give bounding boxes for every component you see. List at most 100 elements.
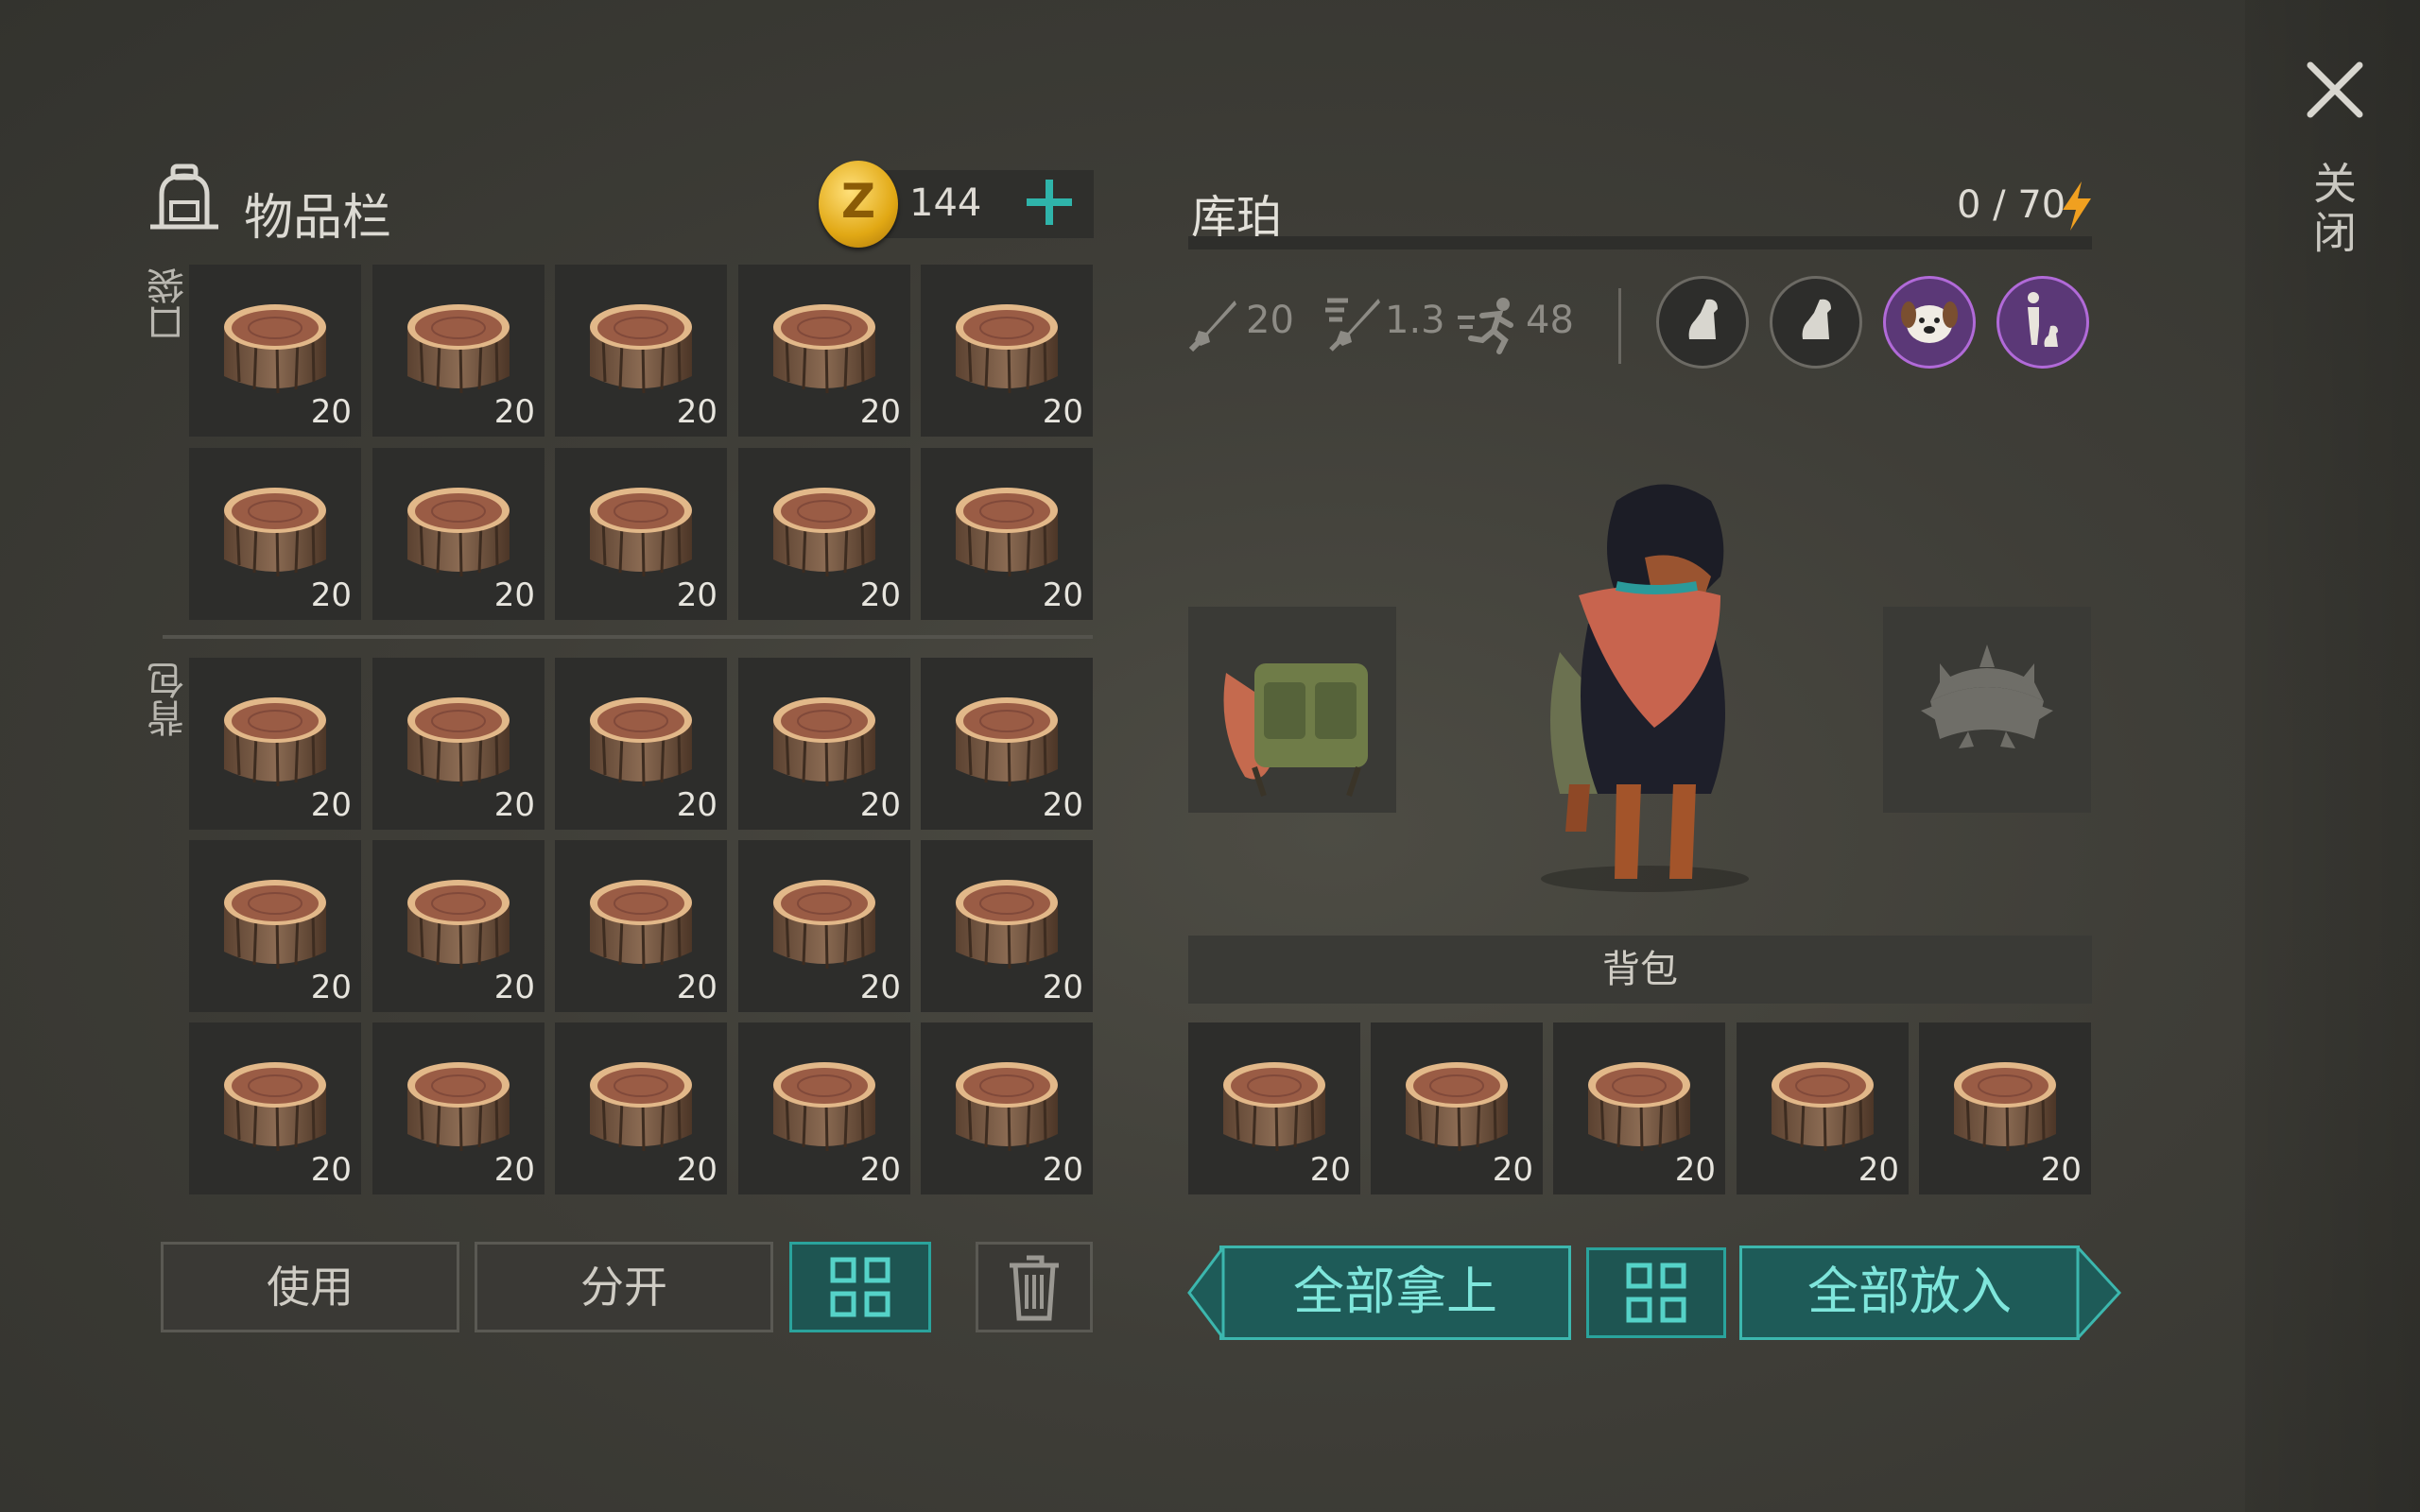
log-icon	[584, 299, 698, 403]
use-button[interactable]: 使用	[161, 1242, 459, 1332]
slot-count: 20	[1674, 1151, 1716, 1189]
log-icon	[402, 482, 515, 586]
inventory-slot[interactable]: 20	[738, 448, 910, 620]
log-icon	[218, 482, 332, 586]
slot-count: 20	[859, 1151, 901, 1189]
pet-backpack-slot[interactable]: 20	[1737, 1022, 1909, 1194]
coin-icon: Z	[819, 161, 898, 248]
pet-backpack-slot[interactable]: 20	[1553, 1022, 1725, 1194]
slot-count: 20	[1858, 1151, 1899, 1189]
inventory-slot[interactable]: 20	[921, 448, 1093, 620]
log-icon	[218, 1057, 332, 1160]
inventory-slot[interactable]: 20	[738, 658, 910, 830]
log-icon	[584, 874, 698, 978]
slot-count: 20	[493, 1151, 535, 1189]
pet-capacity: 0 / 70	[1957, 183, 2066, 227]
divider	[163, 635, 1093, 639]
slot-count: 20	[859, 786, 901, 824]
log-icon	[1948, 1057, 2062, 1160]
log-icon	[402, 299, 515, 403]
pet-sort-button[interactable]	[1586, 1247, 1726, 1338]
equip-backpack-slot[interactable]	[1188, 607, 1396, 813]
split-button[interactable]: 分开	[475, 1242, 773, 1332]
inventory-slot[interactable]: 20	[921, 1022, 1093, 1194]
slot-count: 20	[676, 576, 717, 614]
slot-count: 20	[493, 393, 535, 431]
put-all-arrow[interactable]	[2076, 1244, 2122, 1342]
slot-count: 20	[676, 969, 717, 1006]
inventory-slot[interactable]: 20	[921, 265, 1093, 437]
log-icon	[950, 299, 1063, 403]
log-icon	[950, 874, 1063, 978]
slot-count: 20	[1042, 576, 1083, 614]
sword-icon	[1187, 297, 1240, 353]
pet-backpack-slot[interactable]: 20	[1188, 1022, 1360, 1194]
slot-count: 20	[493, 969, 535, 1006]
ability-sit-2[interactable]	[1770, 276, 1862, 369]
inventory-slot[interactable]: 20	[921, 658, 1093, 830]
slot-count: 20	[676, 1151, 717, 1189]
log-icon	[768, 874, 881, 978]
take-all-button[interactable]: 全部拿上	[1219, 1246, 1571, 1340]
attack-speed-value: 1.3	[1385, 299, 1445, 342]
log-icon	[218, 299, 332, 403]
run-speed-value: 48	[1526, 299, 1574, 342]
ability-sit-1[interactable]	[1656, 276, 1749, 369]
inventory-slot[interactable]: 20	[555, 840, 727, 1012]
sit-dog-icon	[1688, 299, 1718, 339]
pet-backpack-slot[interactable]: 20	[1919, 1022, 2091, 1194]
inventory-slot[interactable]: 20	[738, 265, 910, 437]
inventory-slot[interactable]: 20	[372, 658, 544, 830]
slot-count: 20	[1042, 1151, 1083, 1189]
inventory-slot[interactable]: 20	[189, 1022, 361, 1194]
equip-collar-slot[interactable]	[1883, 607, 2091, 813]
log-icon	[950, 692, 1063, 796]
inventory-slot[interactable]: 20	[189, 658, 361, 830]
put-all-button[interactable]: 全部放入	[1739, 1246, 2080, 1340]
slot-count: 20	[676, 786, 717, 824]
log-icon	[768, 692, 881, 796]
slot-count: 20	[493, 576, 535, 614]
coin-count: 144	[909, 181, 982, 225]
pet-backpack-slot[interactable]: 20	[1371, 1022, 1543, 1194]
log-icon	[768, 299, 881, 403]
inventory-slot[interactable]: 20	[555, 448, 727, 620]
inventory-slot[interactable]: 20	[555, 265, 727, 437]
dog-character	[1503, 472, 1787, 898]
run-speed-icon	[1456, 295, 1522, 355]
log-icon	[584, 1057, 698, 1160]
backpack-icon	[147, 161, 222, 236]
slot-count: 20	[493, 786, 535, 824]
stats-separator	[1618, 288, 1621, 364]
ability-owner-dog[interactable]	[1996, 276, 2089, 369]
inventory-slot[interactable]: 20	[372, 448, 544, 620]
inventory-slot[interactable]: 20	[189, 448, 361, 620]
inventory-slot[interactable]: 20	[372, 265, 544, 437]
dog-face-icon	[1901, 301, 1958, 343]
ability-dog-face[interactable]	[1883, 276, 1976, 369]
pet-capacity-bar	[1188, 236, 2092, 249]
add-coins-button[interactable]	[1023, 172, 1076, 232]
log-icon	[584, 482, 698, 586]
inventory-slot[interactable]: 20	[189, 840, 361, 1012]
delete-button[interactable]	[976, 1242, 1093, 1332]
take-all-arrow[interactable]	[1187, 1243, 1225, 1343]
inventory-slot[interactable]: 20	[738, 840, 910, 1012]
slot-count: 20	[310, 1151, 352, 1189]
close-label[interactable]: 关闭	[2307, 161, 2363, 259]
log-icon	[402, 874, 515, 978]
sort-button[interactable]	[789, 1242, 931, 1332]
inventory-slot[interactable]: 20	[372, 1022, 544, 1194]
inventory-slot[interactable]: 20	[555, 1022, 727, 1194]
inventory-slot[interactable]: 20	[372, 840, 544, 1012]
slot-count: 20	[310, 576, 352, 614]
pet-backpack-header: 背包	[1188, 936, 2092, 1004]
inventory-slot[interactable]: 20	[738, 1022, 910, 1194]
inventory-slot[interactable]: 20	[555, 658, 727, 830]
close-icon[interactable]	[2297, 52, 2373, 128]
inventory-slot[interactable]: 20	[189, 265, 361, 437]
grid-sort-icon	[830, 1257, 890, 1317]
inventory-slot[interactable]: 20	[921, 840, 1093, 1012]
log-icon	[1400, 1057, 1513, 1160]
energy-icon	[2061, 181, 2093, 231]
